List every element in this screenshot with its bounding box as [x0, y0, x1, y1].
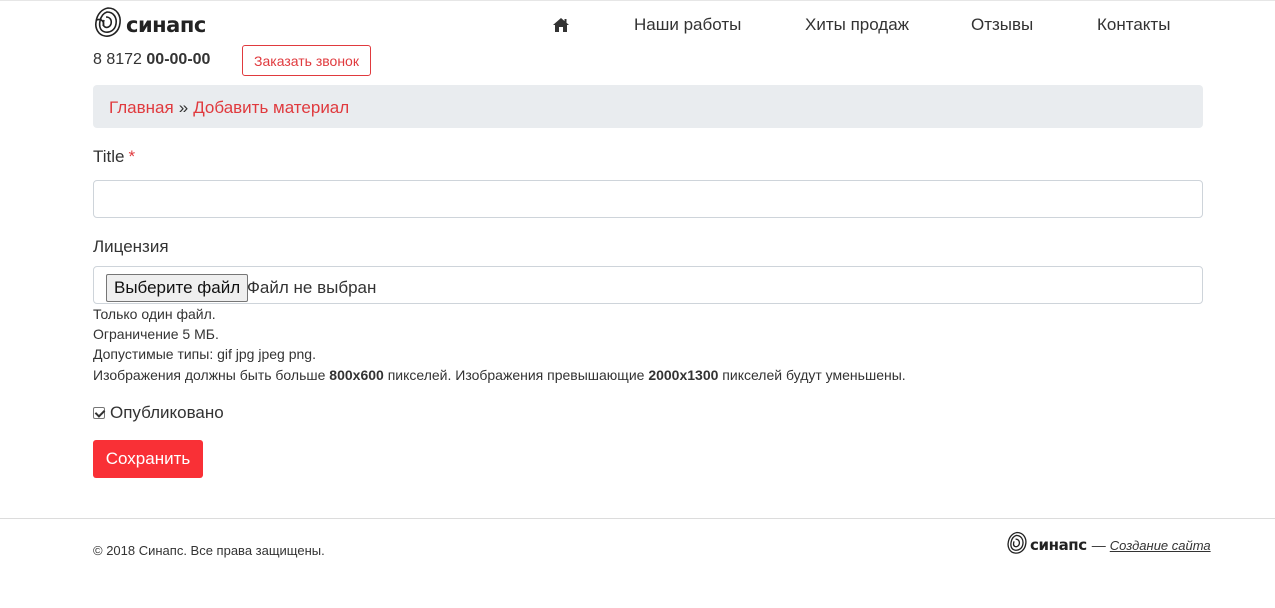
breadcrumb-current-link[interactable]: Добавить материал [193, 98, 349, 117]
phone-number: 8 8172 00-00-00 [93, 51, 210, 69]
breadcrumb-home-link[interactable]: Главная [109, 98, 174, 117]
footer-brand-name: синапс [1030, 536, 1087, 554]
choose-file-button[interactable]: Выберите файл [106, 274, 249, 302]
published-checkbox[interactable] [93, 407, 105, 419]
nav-item-reviews[interactable]: Отзывы [971, 15, 1033, 35]
footer-dash: — [1091, 537, 1106, 553]
breadcrumb: Главная» Добавить материал [93, 85, 1203, 128]
nav-item-bestsellers[interactable]: Хиты продаж [805, 15, 909, 35]
license-label: Лицензия [93, 237, 169, 256]
published-row[interactable]: Опубликовано [93, 403, 224, 423]
save-button[interactable]: Сохранить [93, 440, 203, 478]
breadcrumb-separator: » [178, 98, 189, 117]
phone-digits: 00-00-00 [146, 51, 211, 68]
help-dim-text-a: Изображения должны быть больше [93, 367, 330, 383]
help-dim-text-c: пикселей будут уменьшены. [718, 367, 906, 383]
logo-text: синапс [126, 13, 206, 37]
footer-divider [0, 518, 1275, 519]
home-icon[interactable] [552, 17, 570, 33]
synapse-logo-icon [95, 7, 121, 37]
site-logo[interactable]: синапс [93, 6, 206, 40]
nav-item-our-works[interactable]: Наши работы [634, 15, 741, 35]
help-dim-text-b: пикселей. Изображения превышающие [383, 367, 649, 383]
help-image-dimensions: Изображения должны быть больше 800x600 п… [93, 367, 906, 383]
top-divider [0, 0, 1275, 1]
title-input[interactable] [93, 180, 1203, 218]
license-file-input[interactable]: Выберите файл Файл не выбран [93, 266, 1203, 304]
help-allowed-types: Допустимые типы: gif jpg jpeg png. [93, 346, 316, 362]
title-label-text: Title [93, 147, 125, 166]
title-label: Title * [93, 147, 135, 167]
help-dim-min: 800x600 [329, 367, 384, 383]
file-status-text: Файл не выбран [247, 278, 377, 297]
help-one-file: Только один файл. [93, 306, 216, 322]
published-label[interactable]: Опубликовано [110, 403, 224, 423]
copyright-text: © 2018 Синапс. Все права защищены. [93, 543, 325, 558]
footer-credit: синапс — Создание сайта [1006, 531, 1211, 556]
help-size-limit: Ограничение 5 МБ. [93, 326, 219, 342]
phone-code: 8 8172 [93, 51, 142, 68]
site-creation-link[interactable]: Создание сайта [1110, 538, 1211, 553]
help-dim-max: 2000x1300 [648, 367, 719, 383]
required-mark: * [128, 147, 136, 166]
nav-item-contacts[interactable]: Контакты [1097, 15, 1170, 35]
order-callback-button[interactable]: Заказать звонок [242, 45, 371, 76]
synapse-logo-icon [1007, 531, 1027, 554]
